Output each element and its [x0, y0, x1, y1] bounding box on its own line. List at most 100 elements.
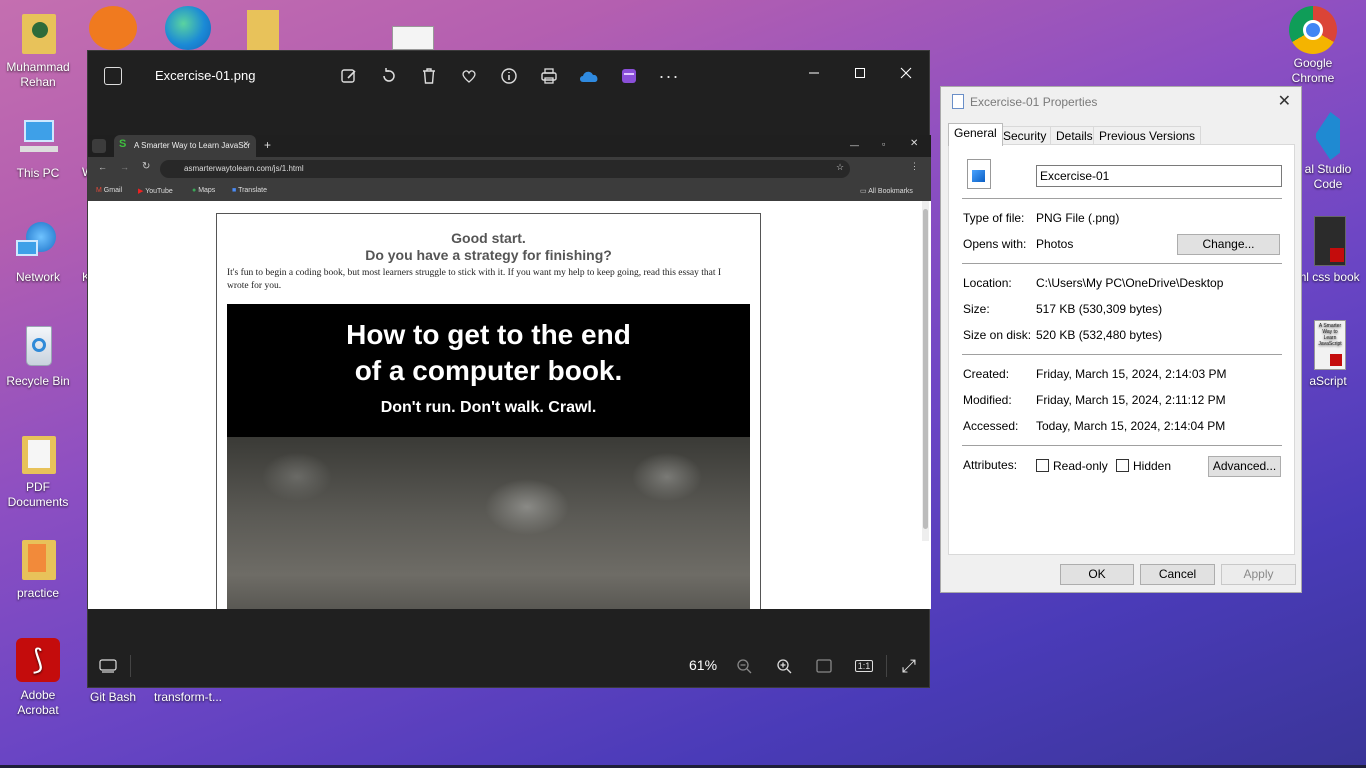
- desktop-icon-acrobat[interactable]: ⟆ Adobe Acrobat: [0, 638, 76, 718]
- tab-security[interactable]: Security: [997, 126, 1053, 145]
- page-scrollbar: [922, 201, 929, 541]
- onedrive-icon[interactable]: [578, 65, 600, 87]
- user-folder-icon: [14, 10, 62, 58]
- size-value: 517 KB (530,309 bytes): [1036, 302, 1163, 316]
- close-icon[interactable]: ✕: [1278, 91, 1291, 111]
- browser-address-bar-row: ← → ↻ asmarterwaytolearn.com/js/1.html ☆…: [88, 157, 931, 181]
- readonly-checkbox[interactable]: [1036, 459, 1049, 472]
- desktop-icon-label: practice: [16, 586, 60, 600]
- pdf-book-icon: [1310, 216, 1346, 268]
- tab-previous-versions[interactable]: Previous Versions: [1093, 126, 1202, 145]
- all-bookmarks: ▭ All Bookmarks: [860, 188, 913, 195]
- reload-icon: ↻: [142, 161, 151, 172]
- desktop-icon-practice[interactable]: practice: [0, 536, 76, 601]
- fit-to-window-icon[interactable]: [812, 654, 836, 678]
- desktop-icon-transform[interactable]: transform-t...: [148, 690, 228, 705]
- desktop-icon-label: Muhammad Rehan: [6, 60, 70, 89]
- rotate-icon[interactable]: [378, 65, 400, 87]
- accessed-label: Accessed:: [963, 419, 1019, 433]
- chrome-icon: [1289, 6, 1337, 54]
- desktop-icon-chrome-folder[interactable]: [236, 6, 290, 52]
- desktop-icon-label: This PC: [16, 166, 60, 180]
- desktop-icon-git-bash[interactable]: Git Bash: [75, 690, 151, 705]
- actual-size-icon[interactable]: 1:1: [852, 654, 876, 678]
- desktop-icon-html-css-book[interactable]: ml css book: [1296, 216, 1360, 285]
- ok-button[interactable]: OK: [1060, 564, 1134, 585]
- desktop-icon-thumb[interactable]: [388, 26, 436, 52]
- delete-icon[interactable]: [418, 65, 440, 87]
- clipchamp-icon[interactable]: [618, 65, 640, 87]
- bookmark-star-icon: ☆: [836, 162, 845, 172]
- close-icon[interactable]: [883, 57, 929, 89]
- desktop-icon-chrome[interactable]: Google Chrome: [1275, 6, 1351, 86]
- bookmark-youtube: ▶ YouTube: [138, 188, 173, 195]
- desktop-icon-vscode[interactable]: al Studio Code: [1298, 112, 1358, 192]
- created-value: Friday, March 15, 2024, 2:14:03 PM: [1036, 367, 1227, 381]
- general-panel: Excercise-01 Type of file: PNG File (.pn…: [948, 144, 1295, 555]
- desktop-icon-label: Network: [15, 270, 60, 284]
- page-body-text: It's fun to begin a coding book, but mos…: [227, 268, 722, 291]
- desktop-icon-label: Google Chrome: [1291, 56, 1335, 85]
- hero-subtitle: Don't run. Don't walk. Crawl.: [380, 399, 597, 416]
- change-button[interactable]: Change...: [1177, 234, 1280, 255]
- print-icon[interactable]: [538, 65, 560, 87]
- more-icon[interactable]: ···: [658, 65, 680, 87]
- maximize-icon[interactable]: [837, 57, 883, 89]
- page-heading: Good start. Do you have a strategy for f…: [217, 230, 760, 264]
- advanced-button[interactable]: Advanced...: [1208, 456, 1281, 477]
- acrobat-icon: ⟆: [14, 638, 62, 686]
- edit-icon[interactable]: [338, 65, 360, 87]
- zoom-level: 61%: [689, 657, 718, 673]
- zoom-out-icon[interactable]: [732, 654, 756, 678]
- bookmark-translate: ■ Translate: [232, 187, 267, 194]
- bookmarks-bar: M Gmail ▶ YouTube ● Maps ■ Translate ▭ A…: [88, 181, 931, 201]
- desktop-icon-partial-top[interactable]: [86, 6, 140, 52]
- type-value: PNG File (.png): [1036, 211, 1120, 225]
- browser-screenshot: S A Smarter Way to Learn JavaScr × + — ▫…: [88, 135, 931, 609]
- fullscreen-icon[interactable]: ⤢: [897, 654, 921, 678]
- zoom-in-icon[interactable]: [772, 654, 796, 678]
- photo-canvas[interactable]: S A Smarter Way to Learn JavaScr × + — ▫…: [88, 135, 931, 609]
- desktop-icon-label: Git Bash: [89, 690, 137, 704]
- minimize-icon[interactable]: [791, 57, 837, 89]
- info-icon[interactable]: [498, 65, 520, 87]
- cancel-button[interactable]: Cancel: [1140, 564, 1215, 585]
- attributes-label: Attributes:: [963, 458, 1018, 472]
- desktop-icon-pdf-documents[interactable]: PDF Documents: [0, 430, 76, 510]
- photos-titlebar[interactable]: Excercise-01.png ···: [88, 51, 929, 101]
- folder-icon: [14, 536, 62, 584]
- image-file-icon: [390, 26, 434, 50]
- desktop-icon-this-pc[interactable]: This PC: [0, 116, 76, 181]
- desktop-icon-label: transform-t...: [153, 690, 222, 704]
- filmstrip-icon[interactable]: [96, 654, 120, 678]
- vscode-icon: [1308, 112, 1348, 160]
- separator: [962, 263, 1282, 264]
- browser-minimize-icon: —: [850, 140, 859, 150]
- desktop-icon-network[interactable]: Network: [0, 220, 76, 285]
- created-label: Created:: [963, 367, 1010, 381]
- file-name-field[interactable]: Excercise-01: [1036, 165, 1282, 187]
- hidden-checkbox[interactable]: [1116, 459, 1129, 472]
- properties-dialog[interactable]: Excercise-01 Properties ✕ General Securi…: [940, 86, 1302, 593]
- desktop-icon-javascript-book[interactable]: A Smarter Way to Learn JavaScript aScrip…: [1296, 320, 1360, 389]
- file-icon: [952, 94, 964, 109]
- apply-button[interactable]: Apply: [1221, 564, 1296, 585]
- web-page: Good start. Do you have a strategy for f…: [88, 201, 931, 609]
- desktop-icon-user[interactable]: Muhammad Rehan: [0, 10, 76, 90]
- desktop-icon-edge[interactable]: [160, 6, 214, 52]
- desktop-icon-recycle-bin[interactable]: Recycle Bin: [0, 324, 76, 389]
- location-label: Location:: [963, 276, 1012, 290]
- photos-window[interactable]: Excercise-01.png ··· S A Smarter Way to …: [87, 50, 931, 688]
- computer-icon: [14, 116, 62, 164]
- page-content-frame: Good start. Do you have a strategy for f…: [216, 213, 761, 609]
- favorite-icon[interactable]: [458, 65, 480, 87]
- desktop-icon-label: al Studio Code: [1304, 162, 1352, 191]
- tab-general[interactable]: General: [948, 123, 1003, 146]
- bottom-divider: [130, 655, 131, 677]
- tab-details[interactable]: Details: [1050, 126, 1099, 145]
- desktop-icon-label: aScript: [1309, 374, 1347, 388]
- recycle-bin-icon: [14, 324, 62, 372]
- gallery-icon[interactable]: [104, 67, 122, 85]
- opens-with-label: Opens with:: [963, 237, 1027, 251]
- new-tab-icon: +: [264, 138, 272, 152]
